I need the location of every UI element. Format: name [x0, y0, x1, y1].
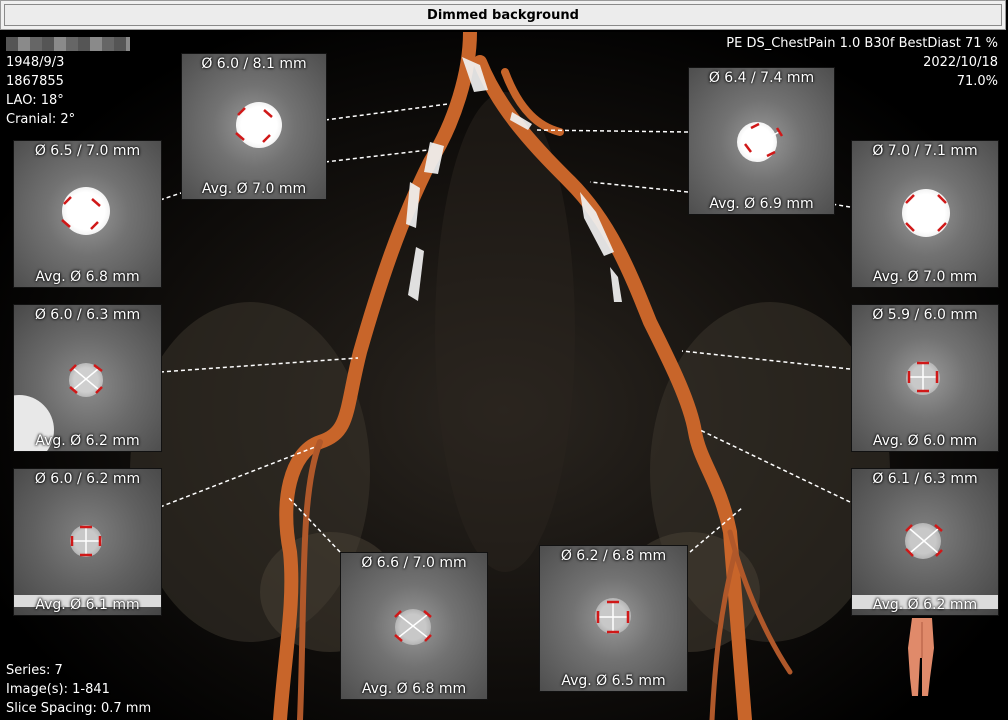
cranial-angle: Cranial: 2°: [6, 112, 76, 127]
diameter-label: Ø 6.1 / 6.3 mm: [872, 471, 978, 487]
cross-section-panel[interactable]: Ø 6.0 / 6.3 mm Avg. Ø 6.2 mm: [13, 304, 162, 452]
cross-section-panel[interactable]: Ø 7.0 / 7.1 mm Avg. Ø 7.0 mm: [851, 140, 999, 288]
dimmed-background-button[interactable]: Dimmed background: [4, 4, 1002, 26]
diameter-label: Ø 6.2 / 6.8 mm: [560, 548, 667, 564]
caliper-cross-icon: [70, 525, 102, 557]
study-description: PE DS_ChestPain 1.0 B30f BestDiast 71 %: [726, 36, 998, 51]
caliper-cross-icon: [905, 524, 943, 557]
diameter-label: Ø 6.5 / 7.0 mm: [34, 143, 141, 159]
cross-section-panel[interactable]: Ø 6.5 / 7.0 mm Avg. Ø 6.8 mm: [13, 140, 162, 288]
diameter-label: Ø 6.0 / 6.3 mm: [34, 307, 141, 323]
caliper-cross-icon: [235, 107, 273, 143]
cross-section-panel[interactable]: Ø 5.9 / 6.0 mm Avg. Ø 6.0 mm: [851, 304, 999, 452]
average-diameter-label: Avg. Ø 7.0 mm: [872, 269, 978, 285]
average-diameter-label: Avg. Ø 6.2 mm: [872, 597, 978, 613]
diameter-label: Ø 5.9 / 6.0 mm: [872, 307, 978, 323]
average-diameter-label: Avg. Ø 6.8 mm: [35, 269, 140, 285]
cross-section-panel[interactable]: Ø 6.2 / 6.8 mm Avg. Ø 6.5 mm: [539, 545, 688, 692]
caliper-cross-icon: [394, 610, 432, 642]
patient-name-redacted: [6, 34, 130, 53]
cross-section-panel[interactable]: Ø 6.6 / 7.0 mm Avg. Ø 6.8 mm: [340, 552, 488, 700]
cross-section-panel[interactable]: Ø 6.0 / 6.2 mm Avg. Ø 6.1 mm: [13, 468, 162, 616]
average-diameter-label: Avg. Ø 6.8 mm: [361, 681, 467, 697]
patient-dob: 1948/9/3: [6, 55, 65, 70]
body-orientation-icon[interactable]: [902, 618, 942, 698]
cross-section-panel[interactable]: Ø 6.4 / 7.4 mm Avg. Ø 6.9 mm: [688, 67, 835, 215]
average-diameter-label: Avg. Ø 6.5 mm: [561, 673, 666, 689]
average-diameter-label: Avg. Ø 6.1 mm: [35, 597, 140, 613]
slice-spacing: Slice Spacing: 0.7 mm: [6, 701, 152, 716]
diameter-label: Ø 6.0 / 8.1 mm: [201, 56, 307, 72]
series-number: Series: 7: [6, 663, 63, 678]
lao-angle: LAO: 18°: [6, 93, 64, 108]
caliper-cross-icon: [907, 361, 939, 393]
caliper-cross-icon: [69, 364, 103, 394]
diameter-label: Ø 6.0 / 6.2 mm: [34, 471, 141, 487]
average-diameter-label: Avg. Ø 7.0 mm: [201, 181, 307, 197]
caliper-cross-icon: [744, 122, 784, 158]
diameter-label: Ø 6.6 / 7.0 mm: [361, 555, 467, 571]
patient-id: 1867855: [6, 74, 64, 89]
cross-section-panel[interactable]: Ø 6.0 / 8.1 mm Avg. Ø 7.0 mm: [181, 53, 327, 200]
average-diameter-label: Avg. Ø 6.0 mm: [872, 433, 978, 449]
image-range: Image(s): 1-841: [6, 682, 110, 697]
average-diameter-label: Avg. Ø 6.9 mm: [709, 196, 814, 212]
caliper-cross-icon: [905, 194, 947, 232]
diameter-label: Ø 7.0 / 7.1 mm: [872, 143, 978, 159]
3d-vessel-viewport[interactable]: 1948/9/3 1867855 LAO: 18° Cranial: 2° PE…: [0, 32, 1008, 720]
caliper-cross-icon: [596, 600, 630, 634]
average-diameter-label: Avg. Ø 6.2 mm: [35, 433, 140, 449]
patient-info: 1948/9/3 1867855 LAO: 18° Cranial: 2°: [6, 34, 130, 129]
series-info: Series: 7 Image(s): 1-841 Slice Spacing:…: [6, 661, 151, 718]
caliper-cross-icon: [61, 196, 101, 230]
window-titlebar: Dimmed background: [0, 0, 1006, 30]
diameter-label: Ø 6.4 / 7.4 mm: [708, 70, 815, 86]
cross-section-panel[interactable]: Ø 6.1 / 6.3 mm Avg. Ø 6.2 mm: [851, 468, 999, 616]
